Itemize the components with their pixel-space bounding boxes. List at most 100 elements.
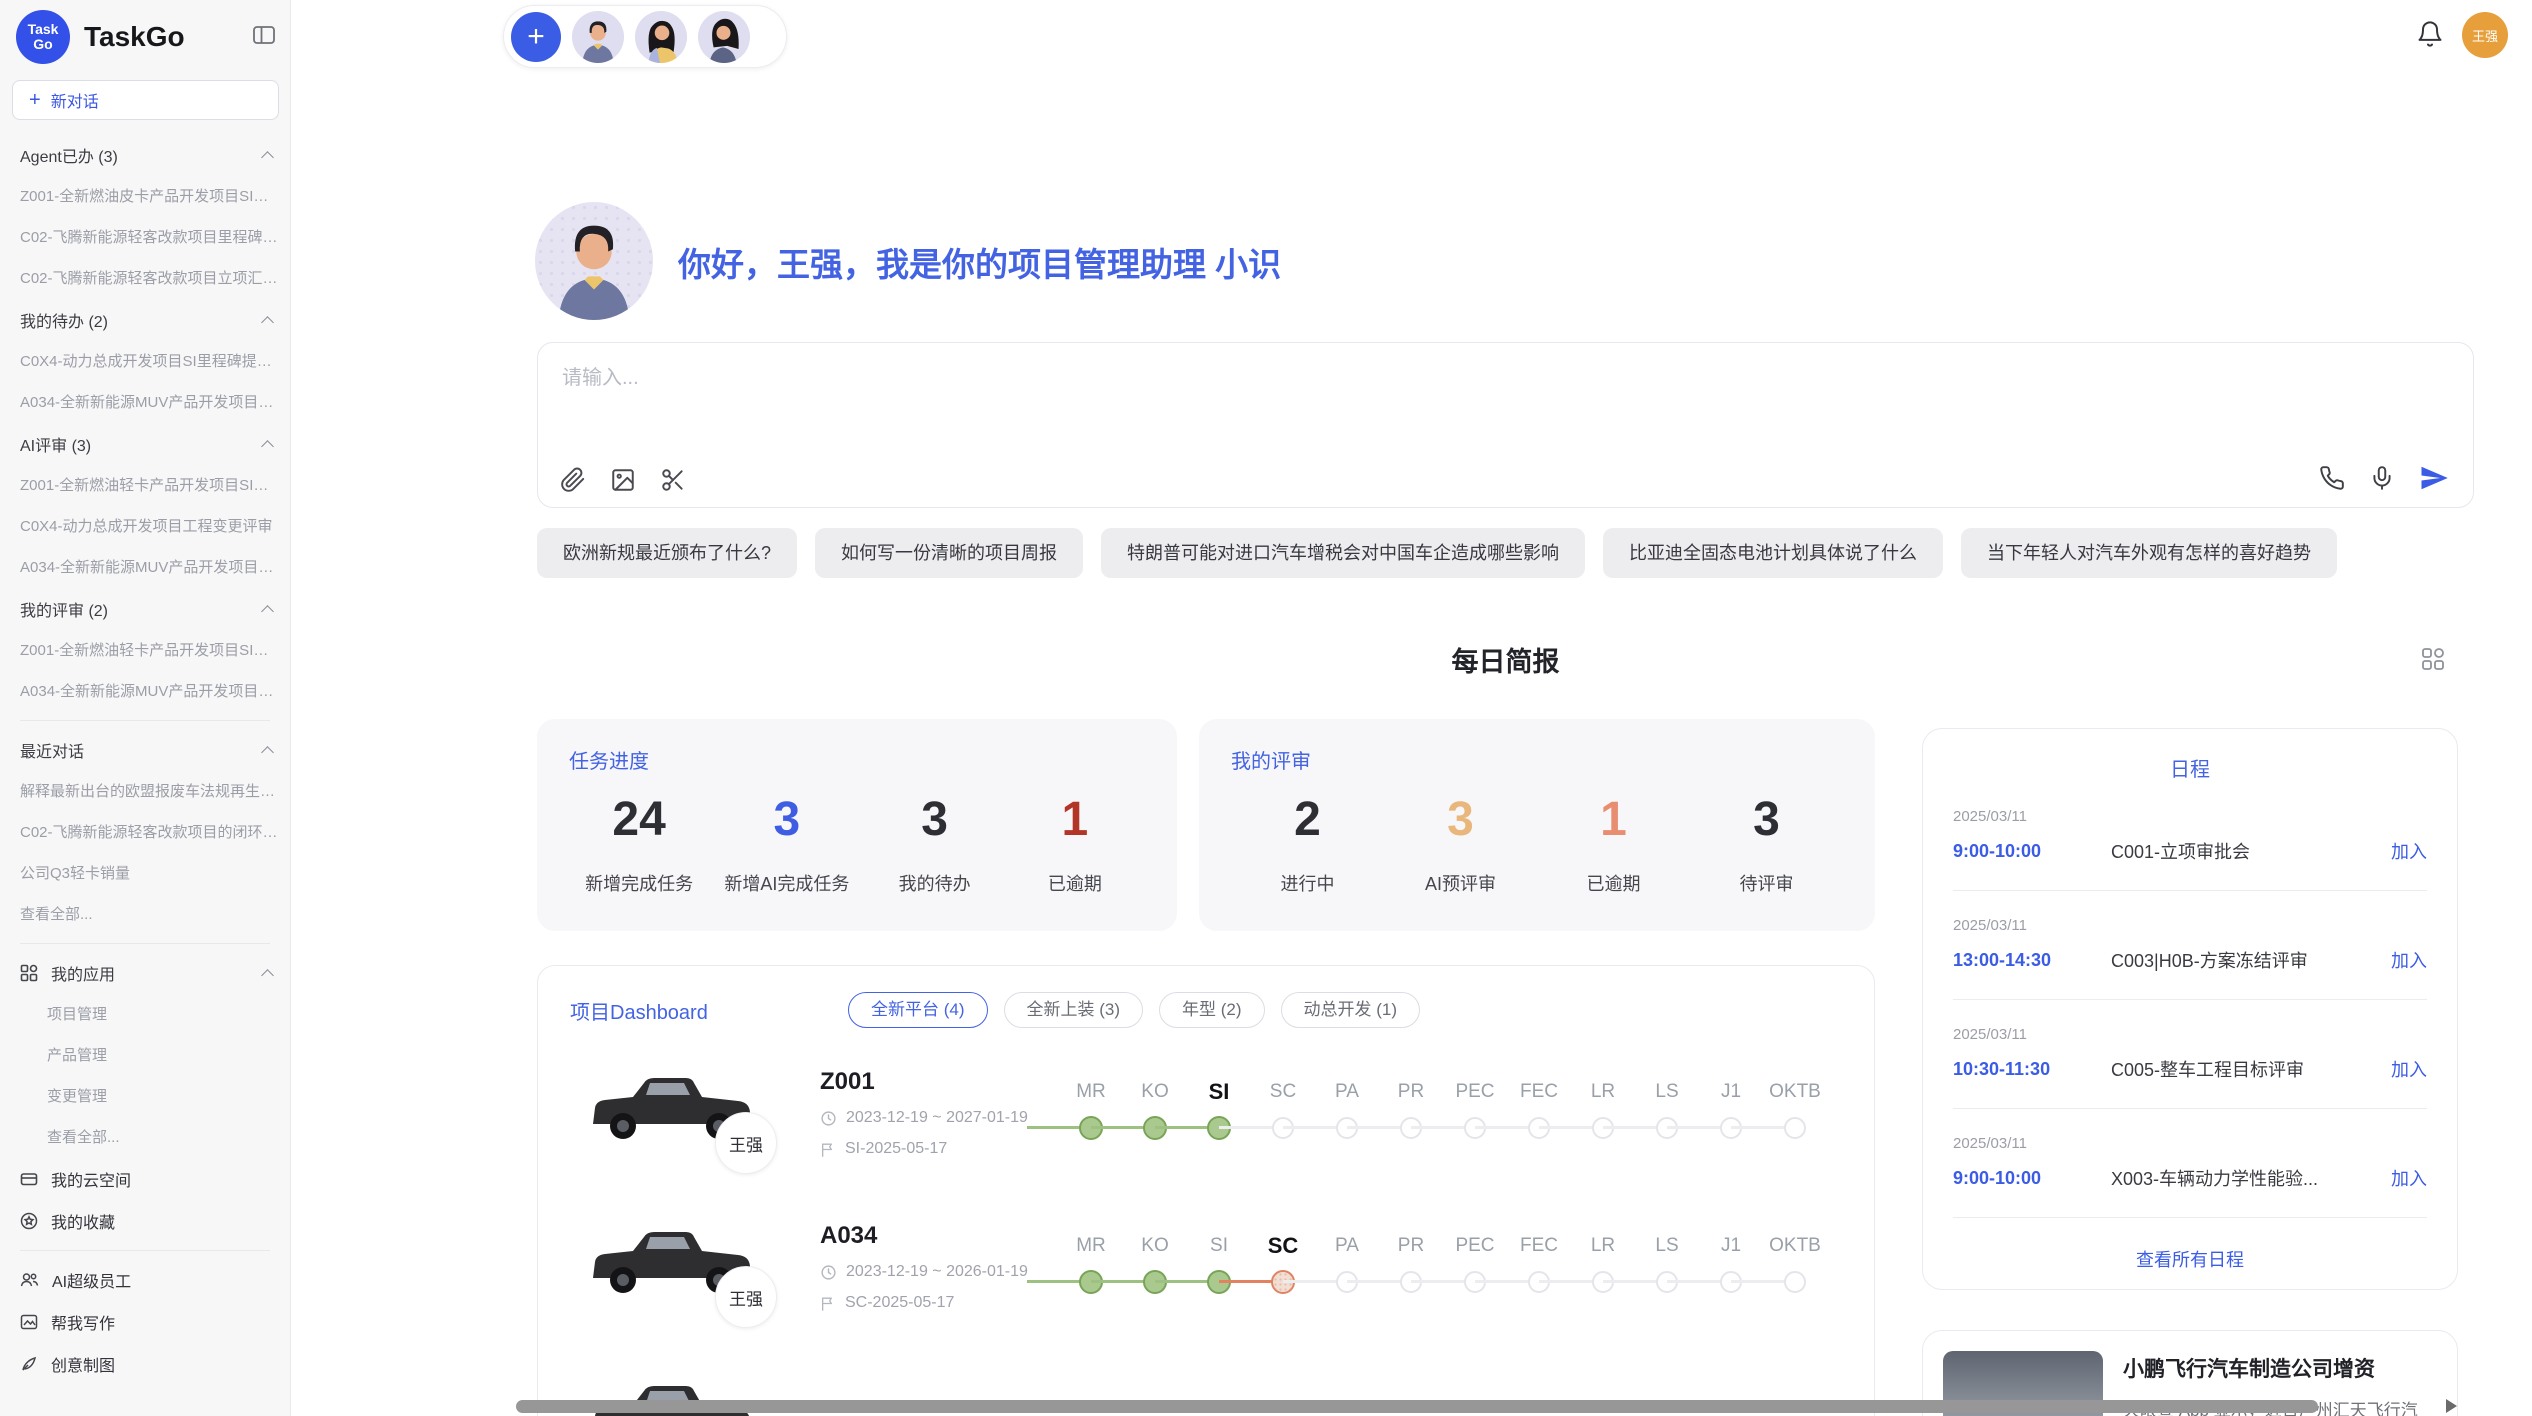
news-title: 小鹏飞行汽车制造公司增资 (2123, 1353, 2437, 1383)
section-my-todo[interactable]: 我的待办 (2) (20, 299, 280, 341)
image-icon[interactable] (610, 467, 636, 493)
sidebar-item-cloud-space[interactable]: 我的云空间 (20, 1158, 280, 1200)
stat-my-todo: 3 我的待办 (880, 792, 990, 896)
microphone-icon[interactable] (2369, 465, 2395, 491)
join-link[interactable]: 加入 (2391, 838, 2427, 864)
horizontal-scrollbar[interactable] (516, 1400, 2318, 1413)
sidebar-item-ai-super-staff[interactable]: AI超级员工 (20, 1259, 280, 1301)
join-link[interactable]: 加入 (2391, 1165, 2427, 1191)
list-item[interactable]: C0X4-动力总成开发项目SI里程碑提交物检查 (20, 341, 280, 382)
list-item[interactable]: Z001-全新燃油轻卡产品开发项目SI节点属性5D文件评审 (20, 630, 280, 671)
user-avatar-badge[interactable]: 王强 (2462, 12, 2508, 58)
sidebar-item-product-mgmt[interactable]: 产品管理 (20, 1035, 280, 1076)
person-avatar-woman-icon (635, 11, 687, 63)
avatar[interactable] (635, 11, 687, 63)
chevron-up-icon (261, 969, 274, 982)
stat-ai-prereview: 3 AI预评审 (1406, 792, 1516, 896)
entry-time: 9:00-10:00 (1953, 1168, 2111, 1189)
suggestion-chip[interactable]: 当下年轻人对汽车外观有怎样的喜好趋势 (1961, 528, 2337, 578)
flag-icon (820, 1295, 836, 1312)
join-link[interactable]: 加入 (2391, 1056, 2427, 1082)
suggestion-chip[interactable]: 如何写一份清晰的项目周报 (815, 528, 1083, 578)
sidebar-item-project-mgmt[interactable]: 项目管理 (20, 994, 280, 1035)
clock-icon (820, 1264, 837, 1281)
stat-label: 新增AI完成任务 (724, 870, 849, 896)
sidebar-item-favorites[interactable]: 我的收藏 (20, 1200, 280, 1242)
chevron-up-icon (261, 440, 274, 453)
list-item[interactable]: A034-全新新能源MUV产品开发项目造型可行性评审 (20, 671, 280, 712)
list-item[interactable]: 解释最新出台的欧盟报废车法规再生塑料比例被调至15%... (20, 771, 280, 812)
chevron-up-icon (261, 746, 274, 759)
project-owner-badge: 王强 (715, 1112, 777, 1174)
flag-icon (820, 1141, 836, 1158)
filter-pill[interactable]: 动总开发 (1) (1281, 992, 1421, 1028)
milestone-label: MR (1059, 1232, 1123, 1260)
project-dates: 2023-12-19 ~ 2027-01-19 (820, 1109, 1059, 1127)
assistant-person-icon (535, 202, 653, 320)
plus-icon: + (29, 89, 41, 112)
list-item[interactable]: C02-飞腾新能源轻客改款项目里程碑画布 (20, 217, 280, 258)
send-icon[interactable] (2419, 463, 2449, 493)
avatar[interactable] (572, 11, 624, 63)
suggestion-chip[interactable]: 比亚迪全固态电池计划具体说了什么 (1603, 528, 1943, 578)
join-link[interactable]: 加入 (2391, 947, 2427, 973)
attachment-icon[interactable] (560, 467, 586, 493)
list-item[interactable]: 公司Q3轻卡销量 (20, 853, 280, 894)
list-item[interactable]: Z001-全新燃油轻卡产品开发项目SI造型提交物评审 (20, 465, 280, 506)
project-dashboard-card: 项目Dashboard 全新平台 (4) 全新上装 (3) 年型 (2) 动总开… (537, 965, 1875, 1416)
list-item[interactable]: A034-全新新能源MUV产品开发项目法规符合性评审 (20, 547, 280, 588)
filter-pill[interactable]: 全新上装 (3) (1004, 992, 1144, 1028)
stat-value: 3 (1712, 792, 1822, 848)
task-progress-card: 任务进度 24 新增完成任务 3 新增AI完成任务 3 我的待办 1 已逾期 (537, 719, 1177, 931)
sidebar-item-change-mgmt[interactable]: 变更管理 (20, 1076, 280, 1117)
new-chat-button[interactable]: + 新对话 (12, 80, 279, 120)
view-all-chats-link[interactable]: 查看全部... (20, 894, 280, 935)
milestone-label-current: SI (1187, 1078, 1251, 1106)
quick-access-toolbar: + (503, 5, 787, 68)
list-item[interactable]: C0X4-动力总成开发项目工程变更评审 (20, 506, 280, 547)
sidebar-item-help-me-write[interactable]: 帮我写作 (20, 1301, 280, 1343)
card-title: 我的评审 (1231, 745, 1843, 774)
project-row[interactable]: 王强 A034 2023-12-19 ~ 2026-01-19 SC-2025-… (570, 1216, 1874, 1348)
layout-grid-icon[interactable] (2420, 646, 2446, 677)
section-recent-chats[interactable]: 最近对话 (20, 729, 280, 771)
notification-bell-icon[interactable] (2416, 20, 2444, 53)
milestone-label: LS (1635, 1232, 1699, 1260)
divider (1953, 1217, 2427, 1218)
section-agent-done[interactable]: Agent已办 (3) (20, 134, 280, 176)
sidebar-item-label: AI超级员工 (52, 1268, 131, 1292)
list-item[interactable]: C02-飞腾新能源轻客改款项目的闭环通告反馈情况 (20, 812, 280, 853)
list-item[interactable]: Z001-全新燃油皮卡产品开发项目SI节点Lesson Learn报告 (20, 176, 280, 217)
add-agent-button[interactable]: + (511, 12, 561, 62)
filter-pill[interactable]: 年型 (2) (1159, 992, 1265, 1028)
stat-label: 已逾期 (1020, 870, 1130, 896)
section-my-review[interactable]: 我的评审 (2) (20, 588, 280, 630)
assistant-avatar (535, 202, 653, 320)
list-item[interactable]: C02-飞腾新能源轻客改款项目立项汇报方案 (20, 258, 280, 299)
section-ai-review[interactable]: AI评审 (3) (20, 423, 280, 465)
avatar[interactable] (698, 11, 750, 63)
star-circle-icon (20, 1212, 38, 1230)
sidebar-collapse-icon[interactable] (252, 24, 276, 51)
view-all-apps-link[interactable]: 查看全部... (20, 1117, 280, 1158)
phone-icon[interactable] (2319, 465, 2345, 491)
section-my-apps[interactable]: 我的应用 (20, 952, 280, 994)
filter-pill-selected[interactable]: 全新平台 (4) (848, 992, 988, 1028)
entry-time: 10:30-11:30 (1953, 1059, 2111, 1080)
scroll-right-arrow-icon[interactable] (2446, 1399, 2457, 1413)
message-input[interactable] (562, 361, 2062, 441)
suggestion-chip[interactable]: 欧洲新规最近颁布了什么? (537, 528, 797, 578)
view-all-schedule-link[interactable]: 查看所有日程 (1953, 1246, 2427, 1272)
scissors-icon[interactable] (660, 467, 686, 493)
project-row[interactable]: 王强 Z001 2023-12-19 ~ 2027-01-19 SI-2025-… (570, 1062, 1874, 1194)
milestone-label: LS (1635, 1078, 1699, 1106)
suggestion-chip[interactable]: 特朗普可能对进口汽车增税会对中国车企造成哪些影响 (1101, 528, 1585, 578)
milestone-label-current: SC (1251, 1232, 1315, 1260)
entry-title: C005-整车工程目标评审 (2111, 1056, 2391, 1082)
project-code: A034 (820, 1222, 1059, 1250)
sidebar-item-creative-drawing[interactable]: 创意制图 (20, 1343, 280, 1385)
stat-label: 我的待办 (880, 870, 990, 896)
milestone-dot-pending (1784, 1117, 1806, 1139)
milestone-label: PA (1315, 1078, 1379, 1106)
list-item[interactable]: A034-全新新能源MUV产品开发项目计划变更表编写 (20, 382, 280, 423)
